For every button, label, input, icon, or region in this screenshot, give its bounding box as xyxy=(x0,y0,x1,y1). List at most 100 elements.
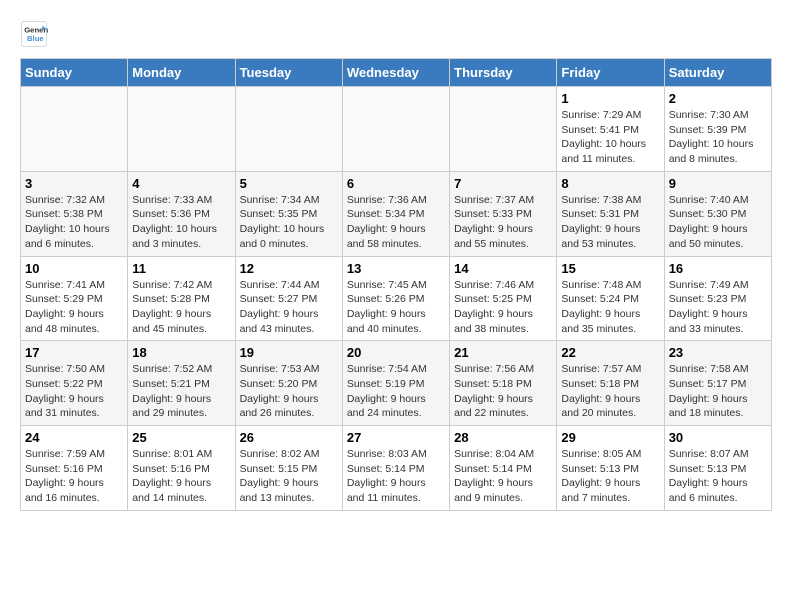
calendar-cell: 22 Sunrise: 7:57 AM Sunset: 5:18 PM Dayli… xyxy=(557,341,664,426)
calendar-cell: 2 Sunrise: 7:30 AM Sunset: 5:39 PM Daylig… xyxy=(664,87,771,172)
calendar-cell: 21 Sunrise: 7:56 AM Sunset: 5:18 PM Dayli… xyxy=(450,341,557,426)
calendar-cell: 28 Sunrise: 8:04 AM Sunset: 5:14 PM Dayli… xyxy=(450,426,557,511)
day-number: 10 xyxy=(25,261,123,276)
day-number: 15 xyxy=(561,261,659,276)
calendar-header-row: SundayMondayTuesdayWednesdayThursdayFrid… xyxy=(21,59,772,87)
calendar-cell: 17 Sunrise: 7:50 AM Sunset: 5:22 PM Dayli… xyxy=(21,341,128,426)
calendar-cell: 3 Sunrise: 7:32 AM Sunset: 5:38 PM Daylig… xyxy=(21,171,128,256)
day-number: 12 xyxy=(240,261,338,276)
calendar-cell xyxy=(21,87,128,172)
day-info: Sunrise: 7:58 AM Sunset: 5:17 PM Dayligh… xyxy=(669,362,767,421)
day-info: Sunrise: 7:59 AM Sunset: 5:16 PM Dayligh… xyxy=(25,447,123,506)
day-number: 28 xyxy=(454,430,552,445)
day-info: Sunrise: 7:54 AM Sunset: 5:19 PM Dayligh… xyxy=(347,362,445,421)
day-info: Sunrise: 7:30 AM Sunset: 5:39 PM Dayligh… xyxy=(669,108,767,167)
day-number: 8 xyxy=(561,176,659,191)
day-number: 29 xyxy=(561,430,659,445)
day-info: Sunrise: 7:40 AM Sunset: 5:30 PM Dayligh… xyxy=(669,193,767,252)
calendar-cell: 15 Sunrise: 7:48 AM Sunset: 5:24 PM Dayli… xyxy=(557,256,664,341)
day-number: 21 xyxy=(454,345,552,360)
day-number: 7 xyxy=(454,176,552,191)
calendar-cell: 30 Sunrise: 8:07 AM Sunset: 5:13 PM Dayli… xyxy=(664,426,771,511)
calendar-cell xyxy=(128,87,235,172)
calendar-cell: 25 Sunrise: 8:01 AM Sunset: 5:16 PM Dayli… xyxy=(128,426,235,511)
day-number: 17 xyxy=(25,345,123,360)
day-number: 24 xyxy=(25,430,123,445)
day-info: Sunrise: 7:32 AM Sunset: 5:38 PM Dayligh… xyxy=(25,193,123,252)
svg-text:Blue: Blue xyxy=(27,34,44,43)
day-info: Sunrise: 8:01 AM Sunset: 5:16 PM Dayligh… xyxy=(132,447,230,506)
calendar-cell: 26Sunrise: 8:02 AM Sunset: 5:15 PM Dayli… xyxy=(235,426,342,511)
calendar-cell: 1 Sunrise: 7:29 AM Sunset: 5:41 PM Daylig… xyxy=(557,87,664,172)
day-number: 22 xyxy=(561,345,659,360)
day-info: Sunrise: 7:44 AM Sunset: 5:27 PM Dayligh… xyxy=(240,278,338,337)
day-info: Sunrise: 7:46 AM Sunset: 5:25 PM Dayligh… xyxy=(454,278,552,337)
logo: General Blue xyxy=(20,20,52,48)
day-number: 30 xyxy=(669,430,767,445)
day-info: Sunrise: 8:07 AM Sunset: 5:13 PM Dayligh… xyxy=(669,447,767,506)
svg-text:General: General xyxy=(24,26,48,35)
calendar-week-3: 10 Sunrise: 7:41 AM Sunset: 5:29 PM Dayli… xyxy=(21,256,772,341)
day-info: Sunrise: 7:53 AM Sunset: 5:20 PM Dayligh… xyxy=(240,362,338,421)
calendar-cell: 8 Sunrise: 7:38 AM Sunset: 5:31 PM Daylig… xyxy=(557,171,664,256)
day-info: Sunrise: 7:56 AM Sunset: 5:18 PM Dayligh… xyxy=(454,362,552,421)
day-number: 13 xyxy=(347,261,445,276)
day-number: 11 xyxy=(132,261,230,276)
calendar-cell: 12 Sunrise: 7:44 AM Sunset: 5:27 PM Dayli… xyxy=(235,256,342,341)
day-info: Sunrise: 7:42 AM Sunset: 5:28 PM Dayligh… xyxy=(132,278,230,337)
day-header-sunday: Sunday xyxy=(21,59,128,87)
calendar-cell: 13 Sunrise: 7:45 AM Sunset: 5:26 PM Dayli… xyxy=(342,256,449,341)
day-info: Sunrise: 7:38 AM Sunset: 5:31 PM Dayligh… xyxy=(561,193,659,252)
calendar-cell: 11 Sunrise: 7:42 AM Sunset: 5:28 PM Dayli… xyxy=(128,256,235,341)
day-info: Sunrise: 7:36 AM Sunset: 5:34 PM Dayligh… xyxy=(347,193,445,252)
calendar-cell: 29 Sunrise: 8:05 AM Sunset: 5:13 PM Dayli… xyxy=(557,426,664,511)
day-info: Sunrise: 7:33 AM Sunset: 5:36 PM Dayligh… xyxy=(132,193,230,252)
calendar-week-1: 1 Sunrise: 7:29 AM Sunset: 5:41 PM Daylig… xyxy=(21,87,772,172)
calendar-cell xyxy=(450,87,557,172)
page-header: General Blue xyxy=(20,20,772,48)
day-info: Sunrise: 8:05 AM Sunset: 5:13 PM Dayligh… xyxy=(561,447,659,506)
day-info: Sunrise: 7:50 AM Sunset: 5:22 PM Dayligh… xyxy=(25,362,123,421)
calendar-cell: 18 Sunrise: 7:52 AM Sunset: 5:21 PM Dayli… xyxy=(128,341,235,426)
day-header-friday: Friday xyxy=(557,59,664,87)
day-number: 19 xyxy=(240,345,338,360)
day-number: 3 xyxy=(25,176,123,191)
logo-icon: General Blue xyxy=(20,20,48,48)
day-number: 1 xyxy=(561,91,659,106)
day-info: Sunrise: 7:57 AM Sunset: 5:18 PM Dayligh… xyxy=(561,362,659,421)
calendar-cell: 24 Sunrise: 7:59 AM Sunset: 5:16 PM Dayli… xyxy=(21,426,128,511)
calendar-cell: 10 Sunrise: 7:41 AM Sunset: 5:29 PM Dayli… xyxy=(21,256,128,341)
day-info: Sunrise: 7:29 AM Sunset: 5:41 PM Dayligh… xyxy=(561,108,659,167)
calendar-week-4: 17 Sunrise: 7:50 AM Sunset: 5:22 PM Dayli… xyxy=(21,341,772,426)
calendar-table: SundayMondayTuesdayWednesdayThursdayFrid… xyxy=(20,58,772,511)
calendar-cell: 23 Sunrise: 7:58 AM Sunset: 5:17 PM Dayli… xyxy=(664,341,771,426)
calendar-cell: 19 Sunrise: 7:53 AM Sunset: 5:20 PM Dayli… xyxy=(235,341,342,426)
day-number: 23 xyxy=(669,345,767,360)
day-info: Sunrise: 7:34 AM Sunset: 5:35 PM Dayligh… xyxy=(240,193,338,252)
day-number: 6 xyxy=(347,176,445,191)
day-number: 14 xyxy=(454,261,552,276)
day-info: Sunrise: 7:49 AM Sunset: 5:23 PM Dayligh… xyxy=(669,278,767,337)
day-number: 27 xyxy=(347,430,445,445)
calendar-cell: 4Sunrise: 7:33 AM Sunset: 5:36 PM Daylig… xyxy=(128,171,235,256)
day-info: Sunrise: 8:04 AM Sunset: 5:14 PM Dayligh… xyxy=(454,447,552,506)
day-info: Sunrise: 7:48 AM Sunset: 5:24 PM Dayligh… xyxy=(561,278,659,337)
day-number: 25 xyxy=(132,430,230,445)
day-number: 18 xyxy=(132,345,230,360)
calendar-week-2: 3 Sunrise: 7:32 AM Sunset: 5:38 PM Daylig… xyxy=(21,171,772,256)
day-number: 16 xyxy=(669,261,767,276)
day-info: Sunrise: 7:45 AM Sunset: 5:26 PM Dayligh… xyxy=(347,278,445,337)
day-info: Sunrise: 7:37 AM Sunset: 5:33 PM Dayligh… xyxy=(454,193,552,252)
day-header-wednesday: Wednesday xyxy=(342,59,449,87)
day-number: 5 xyxy=(240,176,338,191)
day-info: Sunrise: 7:52 AM Sunset: 5:21 PM Dayligh… xyxy=(132,362,230,421)
calendar-cell: 14 Sunrise: 7:46 AM Sunset: 5:25 PM Dayli… xyxy=(450,256,557,341)
day-header-tuesday: Tuesday xyxy=(235,59,342,87)
day-info: Sunrise: 7:41 AM Sunset: 5:29 PM Dayligh… xyxy=(25,278,123,337)
day-header-monday: Monday xyxy=(128,59,235,87)
day-number: 26 xyxy=(240,430,338,445)
day-number: 2 xyxy=(669,91,767,106)
calendar-cell: 9Sunrise: 7:40 AM Sunset: 5:30 PM Daylig… xyxy=(664,171,771,256)
calendar-cell: 6 Sunrise: 7:36 AM Sunset: 5:34 PM Daylig… xyxy=(342,171,449,256)
calendar-week-5: 24 Sunrise: 7:59 AM Sunset: 5:16 PM Dayli… xyxy=(21,426,772,511)
